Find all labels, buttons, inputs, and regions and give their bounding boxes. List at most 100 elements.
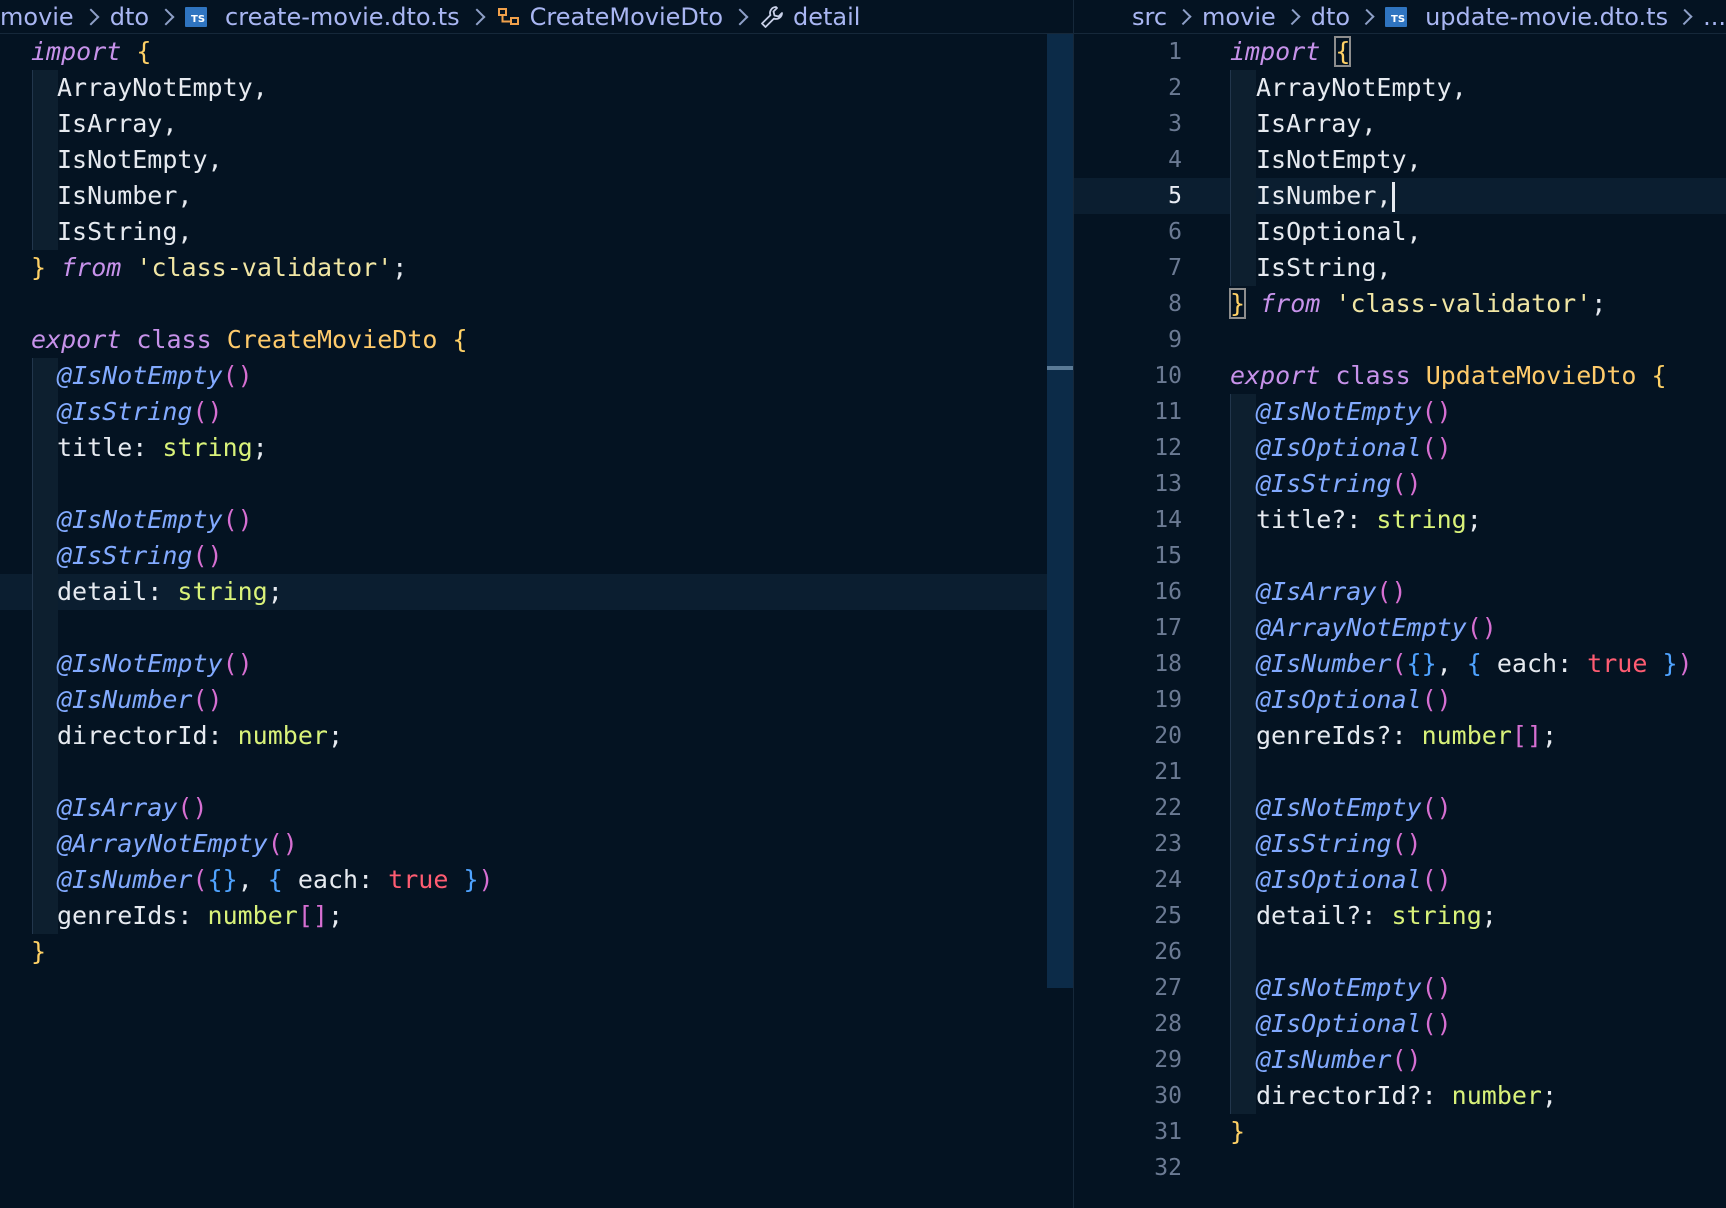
code-line[interactable]: 12 @IsOptional() xyxy=(1074,430,1726,466)
code-line[interactable]: 10 export class UpdateMovieDto { xyxy=(1074,358,1726,394)
line-number: 5 xyxy=(1168,183,1182,209)
code-line[interactable]: 27 @IsNotEmpty() xyxy=(1074,970,1726,1006)
code-line[interactable]: detail: string; xyxy=(0,574,1073,610)
code-line[interactable] xyxy=(0,286,1073,322)
code-line[interactable]: 7 IsString, xyxy=(1074,250,1726,286)
code-line[interactable]: 5 IsNumber, xyxy=(1074,178,1726,214)
code-line[interactable]: import { xyxy=(0,34,1073,70)
breadcrumb-item-folder[interactable]: movie xyxy=(0,3,74,31)
code-line[interactable]: 14 title?: string; xyxy=(1074,502,1726,538)
code-line[interactable]: export class CreateMovieDto { xyxy=(0,322,1073,358)
code-line[interactable]: @IsNotEmpty() xyxy=(0,502,1073,538)
code-line[interactable] xyxy=(0,610,1073,646)
code-text: IsNotEmpty, xyxy=(57,145,223,174)
breadcrumb-item-file[interactable]: TS update-movie.dto.ts xyxy=(1385,3,1668,31)
code-line[interactable]: 16 @IsArray() xyxy=(1074,574,1726,610)
breadcrumb-more[interactable]: ... xyxy=(1703,3,1726,31)
breadcrumb-item-folder[interactable]: src xyxy=(1132,3,1167,31)
code-token: } xyxy=(1228,288,1247,319)
code-line[interactable]: 32 xyxy=(1074,1150,1726,1186)
breadcrumb-item-folder[interactable]: dto xyxy=(1311,3,1350,31)
code-line[interactable]: 19 @IsOptional() xyxy=(1074,682,1726,718)
code-line[interactable]: directorId: number; xyxy=(0,718,1073,754)
code-line[interactable]: 4 IsNotEmpty, xyxy=(1074,142,1726,178)
code-token: export xyxy=(1230,361,1321,390)
code-area[interactable]: import { ArrayNotEmpty, IsArray, IsNotEmpty… xyxy=(0,34,1073,970)
code-line[interactable]: 24 @IsOptional() xyxy=(1074,862,1726,898)
code-line[interactable] xyxy=(0,754,1073,790)
code-line[interactable]: 26 xyxy=(1074,934,1726,970)
code-token: { xyxy=(267,865,283,894)
code-line[interactable]: } xyxy=(0,934,1073,970)
code-token: () xyxy=(222,649,253,678)
code-line[interactable]: 28 @IsOptional() xyxy=(1074,1006,1726,1042)
code-line[interactable]: 6 IsOptional, xyxy=(1074,214,1726,250)
code-line[interactable]: @IsNumber({}, { each: true }) xyxy=(0,862,1073,898)
code-line[interactable]: 17 @ArrayNotEmpty() xyxy=(1074,610,1726,646)
code-line[interactable]: @ArrayNotEmpty() xyxy=(0,826,1073,862)
scrollbar[interactable] xyxy=(1047,34,1073,988)
code-line[interactable] xyxy=(0,466,1073,502)
code-token: @ArrayNotEmpty xyxy=(57,829,268,858)
code-token: () xyxy=(1421,973,1452,1002)
code-token: , xyxy=(1436,649,1467,678)
code-token: } xyxy=(31,937,47,966)
code-token: @IsString xyxy=(57,397,193,426)
code-token: () xyxy=(1391,829,1422,858)
breadcrumb-item-file[interactable]: TS create-movie.dto.ts xyxy=(185,3,460,31)
left-editor-pane[interactable]: movie dto TS create-movie.dto.ts CreateM… xyxy=(0,0,1073,1208)
breadcrumb-item-folder[interactable]: movie xyxy=(1202,3,1276,31)
code-line[interactable]: 15 xyxy=(1074,538,1726,574)
code-token: ArrayNotEmpty, xyxy=(57,73,268,102)
code-token: ) xyxy=(478,865,494,894)
code-line[interactable]: IsNumber, xyxy=(0,178,1073,214)
breadcrumb-item-property[interactable]: detail xyxy=(759,3,860,31)
code-line[interactable]: @IsNotEmpty() xyxy=(0,358,1073,394)
code-line[interactable]: 21 xyxy=(1074,754,1726,790)
indent-guide xyxy=(1230,898,1256,934)
code-line[interactable]: @IsString() xyxy=(0,394,1073,430)
indent-guide xyxy=(32,826,58,862)
code-token: ) xyxy=(1677,649,1693,678)
code-line[interactable]: 13 @IsString() xyxy=(1074,466,1726,502)
code-line[interactable]: 8} from 'class-validator'; xyxy=(1074,286,1726,322)
breadcrumb-item-folder[interactable]: dto xyxy=(110,3,149,31)
code-line[interactable]: 20 genreIds?: number[]; xyxy=(1074,718,1726,754)
right-editor-pane[interactable]: src movie dto TS update-movie.dto.ts ...… xyxy=(1073,0,1726,1208)
code-line[interactable]: genreIds: number[]; xyxy=(0,898,1073,934)
code-token: genreIds?: xyxy=(1256,721,1422,750)
code-line[interactable]: 22 @IsNotEmpty() xyxy=(1074,790,1726,826)
code-text: directorId?: number; xyxy=(1256,1081,1557,1110)
code-line[interactable]: title: string; xyxy=(0,430,1073,466)
code-line[interactable]: 1 import { xyxy=(1074,34,1726,70)
code-line[interactable]: IsNotEmpty, xyxy=(0,142,1073,178)
chevron-right-icon xyxy=(1284,8,1301,25)
breadcrumb-item-class[interactable]: CreateMovieDto xyxy=(496,3,723,31)
code-line[interactable]: 9 xyxy=(1074,322,1726,358)
code-line[interactable]: IsString, xyxy=(0,214,1073,250)
code-line[interactable]: @IsNotEmpty() xyxy=(0,646,1073,682)
code-token: detail: xyxy=(57,577,178,606)
code-line[interactable]: 29 @IsNumber() xyxy=(1074,1042,1726,1078)
code-line[interactable]: 3 IsArray, xyxy=(1074,106,1726,142)
code-line[interactable]: 2 ArrayNotEmpty, xyxy=(1074,70,1726,106)
code-line[interactable]: @IsArray() xyxy=(0,790,1073,826)
code-line[interactable]: } from 'class-validator'; xyxy=(0,250,1073,286)
breadcrumb: src movie dto TS update-movie.dto.ts ... xyxy=(1074,0,1726,34)
code-line[interactable]: ArrayNotEmpty, xyxy=(0,70,1073,106)
code-line[interactable]: 11 @IsNotEmpty() xyxy=(1074,394,1726,430)
code-token: ; xyxy=(1481,901,1497,930)
code-line[interactable]: 25 detail?: string; xyxy=(1074,898,1726,934)
code-line[interactable]: 30 directorId?: number; xyxy=(1074,1078,1726,1114)
code-line[interactable]: @IsNumber() xyxy=(0,682,1073,718)
code-line[interactable]: 23 @IsString() xyxy=(1074,826,1726,862)
code-line[interactable]: IsArray, xyxy=(0,106,1073,142)
code-line[interactable]: 31} xyxy=(1074,1114,1726,1150)
code-token: import xyxy=(1230,37,1321,66)
indent-guide xyxy=(32,430,58,466)
indent-guide xyxy=(1230,826,1256,862)
code-area[interactable]: 1 import {2 ArrayNotEmpty, 3 IsArray, 4 IsNotE… xyxy=(1074,34,1726,1186)
code-line[interactable]: 18 @IsNumber({}, { each: true }) xyxy=(1074,646,1726,682)
code-line[interactable]: @IsString() xyxy=(0,538,1073,574)
